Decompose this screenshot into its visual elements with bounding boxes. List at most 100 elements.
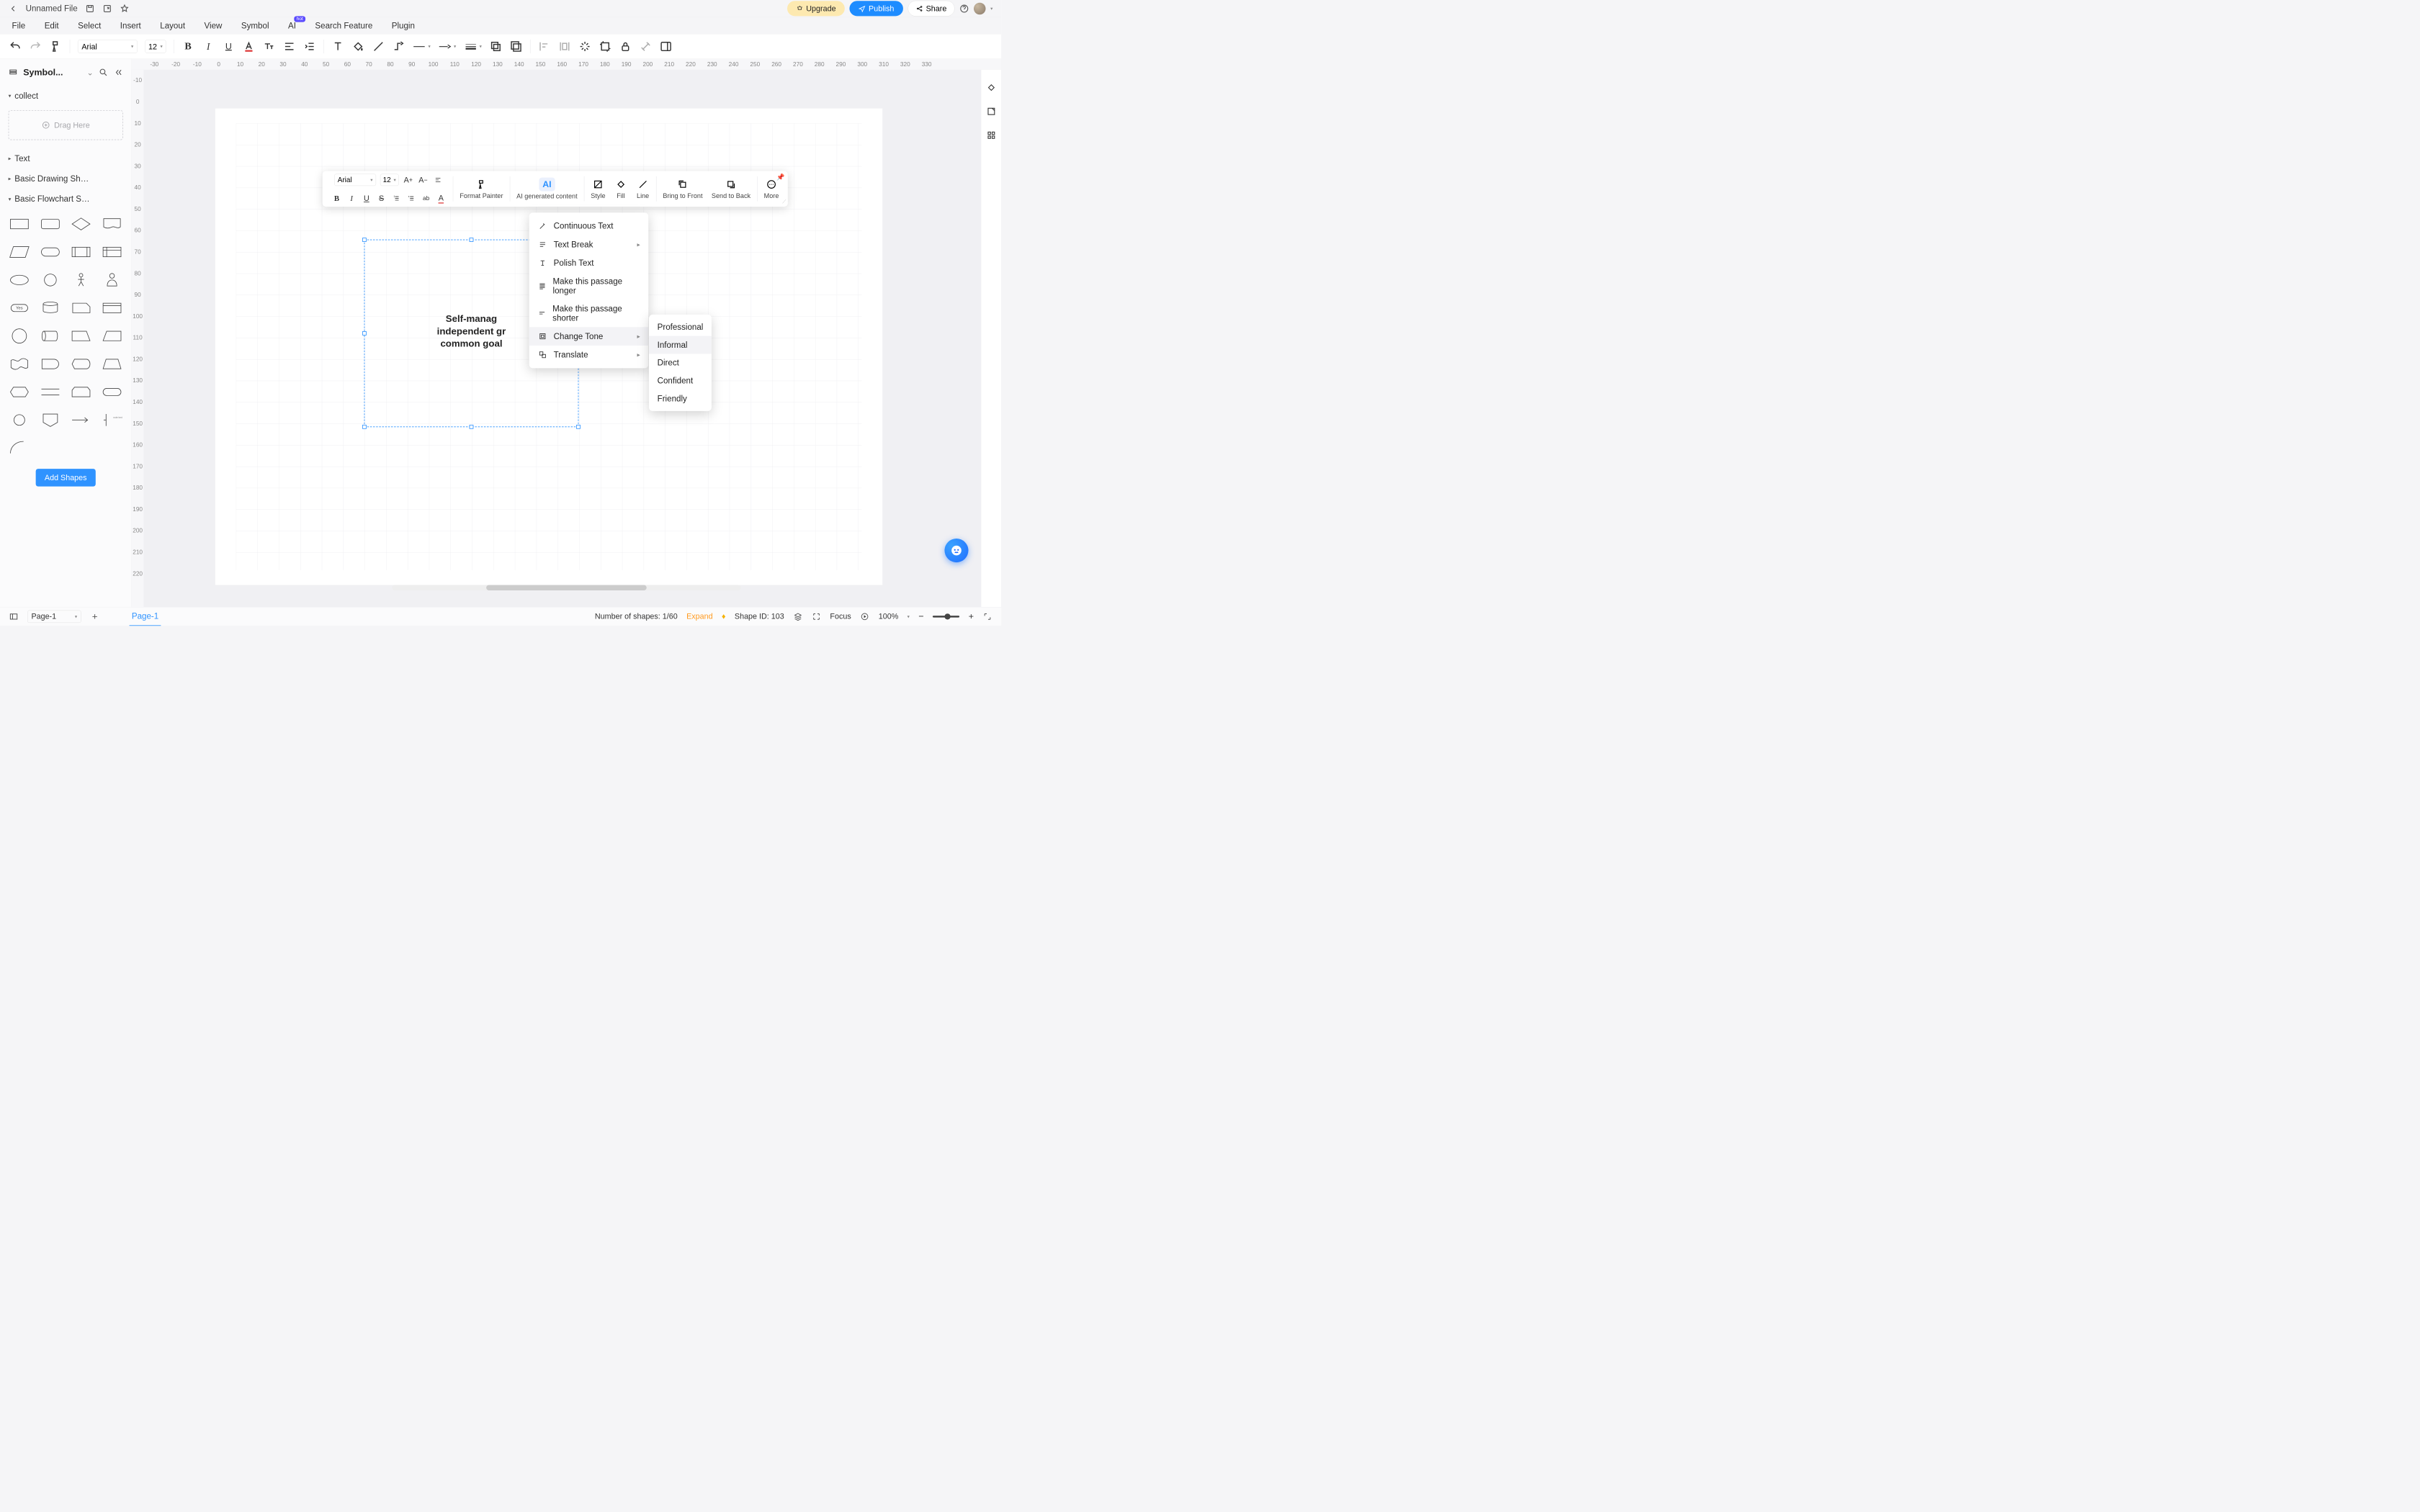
ai-make-shorter[interactable]: Make this passage shorter [529,300,648,327]
shape-big-circle[interactable] [5,324,33,348]
bold-icon[interactable]: B [331,193,342,204]
shape-parallel-lines[interactable] [36,380,64,404]
zoom-slider[interactable] [933,616,959,617]
zoom-out-icon[interactable]: − [918,611,923,621]
bold-icon[interactable]: B [182,40,194,53]
shape-trapezoid[interactable] [98,352,126,376]
menu-plugin[interactable]: Plugin [392,21,415,30]
format-painter-icon[interactable] [50,40,62,53]
category-basic-flowchart[interactable]: ▾ Basic Flowchart S… [0,189,131,209]
focus-label[interactable]: Focus [830,612,851,621]
underline-icon[interactable]: U [361,193,372,204]
account-dropdown-icon[interactable]: ▾ [990,6,992,12]
shape-delay[interactable] [36,352,64,376]
add-page-icon[interactable]: + [90,612,99,621]
align-left-group-icon[interactable] [538,40,550,53]
align-icon[interactable] [283,40,295,53]
category-collect[interactable]: ▾ collect [0,86,131,106]
resize-handle-bl[interactable] [362,425,367,429]
numbered-list-icon[interactable]: 1 [391,193,402,204]
sidebar-dropdown-icon[interactable]: ⌄ [86,68,93,77]
font-size-select[interactable]: 12 ▾ [145,40,166,53]
shape-tape[interactable] [5,352,33,376]
effects-icon[interactable] [578,40,591,53]
drag-here-zone[interactable]: Drag Here [9,110,123,140]
shape-arc[interactable] [5,436,33,460]
shape-connector-circle[interactable] [5,408,33,432]
canvas-wrap[interactable]: -100102030405060708090100110120130140150… [132,70,1001,607]
tone-informal[interactable]: Informal [649,336,712,354]
layer-icon[interactable] [510,40,522,53]
category-basic-drawing[interactable]: ▸ Basic Drawing Sh… [0,168,131,189]
connector-icon[interactable] [393,40,405,53]
zoom-knob[interactable] [944,613,950,619]
theme-icon[interactable] [985,81,998,94]
collapse-sidebar-icon[interactable] [114,68,123,77]
category-text[interactable]: ▸ Text [0,148,131,168]
shape-trapezoid-left[interactable] [67,324,95,348]
page-tab[interactable]: Page-1 [130,607,161,626]
scrollbar-thumb[interactable] [486,585,647,590]
letterspacing-icon[interactable]: ab [421,193,431,204]
italic-icon[interactable]: I [202,40,214,53]
ai-translate[interactable]: Translate ▸ [529,346,648,364]
tone-direct[interactable]: Direct [649,354,712,372]
resize-handle-ml[interactable] [362,331,367,336]
help-icon[interactable] [959,4,969,13]
font-color-icon[interactable] [243,40,255,53]
search-icon[interactable] [99,68,108,77]
shape-circle[interactable] [36,268,64,292]
menu-ai[interactable]: AI hot [288,21,296,30]
expand-link[interactable]: Expand [686,612,712,621]
zoom-value[interactable]: 100% [879,612,899,621]
shape-offpage[interactable] [36,408,64,432]
resize-handle-br[interactable] [576,425,581,429]
shape-terminator2[interactable] [98,380,126,404]
shape-process[interactable] [5,212,33,236]
shape-hcylinder[interactable] [36,324,64,348]
crop-icon[interactable] [599,40,611,53]
lock-icon[interactable] [619,40,632,53]
ai-make-longer[interactable]: Make this passage longer [529,272,648,300]
ai-text-break[interactable]: Text Break ▸ [529,235,648,254]
horizontal-scrollbar[interactable] [392,585,740,590]
shadow-icon[interactable] [490,40,502,53]
shape-ellipse[interactable] [5,268,33,292]
add-shapes-button[interactable]: Add Shapes [36,469,96,486]
undo-icon[interactable] [9,40,21,53]
chat-assistant-button[interactable] [944,539,968,562]
shape-decision[interactable] [67,212,95,236]
font-increase-icon[interactable]: A+ [403,174,413,185]
menu-select[interactable]: Select [78,21,101,30]
shape-yes-pill[interactable]: Yes [5,296,33,320]
back-icon[interactable] [9,4,18,13]
pin-icon[interactable]: 📌 [776,174,784,181]
menu-search-feature[interactable]: Search Feature [315,21,372,30]
star-icon[interactable] [120,4,129,13]
menu-insert[interactable]: Insert [120,21,141,30]
library-icon[interactable] [9,68,18,77]
text-tool-icon[interactable] [331,40,344,53]
ft-line[interactable]: Line [633,171,653,207]
focus-target-icon[interactable] [812,612,821,621]
shape-terminator[interactable] [36,240,64,264]
distribute-icon[interactable] [558,40,570,53]
ft-fill[interactable]: Fill [611,171,631,207]
shape-subprocess[interactable] [98,296,126,320]
shape-annotation[interactable]: note text [98,408,126,432]
shape-predefined[interactable] [67,240,95,264]
shape-rounded-rect[interactable] [36,212,64,236]
grid-icon[interactable] [985,130,998,142]
present-icon[interactable] [860,612,869,621]
ft-font-select[interactable]: Arial▾ [334,174,376,186]
ft-format-painter[interactable]: Format Painter [456,171,506,207]
ft-bring-front[interactable]: Bring to Front [659,171,706,207]
ai-polish-text[interactable]: Polish Text [529,253,648,272]
shape-hexagon[interactable] [5,380,33,404]
layers-icon[interactable] [793,612,802,621]
tone-friendly[interactable]: Friendly [649,390,712,408]
fullscreen-icon[interactable] [982,612,992,621]
shape-actor[interactable] [67,268,95,292]
shape-card[interactable] [67,296,95,320]
zoom-in-icon[interactable]: + [969,611,974,621]
